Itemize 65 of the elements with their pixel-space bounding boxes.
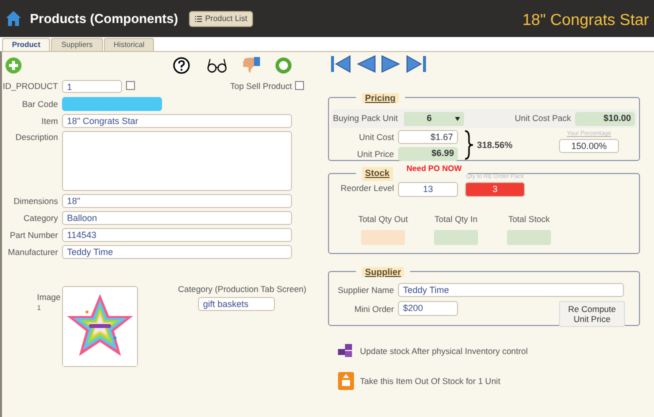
field-label: Buying Pack Unit xyxy=(333,112,398,125)
barcode-field[interactable] xyxy=(62,97,162,111)
boxes-icon[interactable] xyxy=(338,344,354,358)
text-field[interactable]: Teddy Time xyxy=(62,245,292,259)
field-label: Unit Price xyxy=(356,148,395,160)
product-list-button[interactable]: Product List xyxy=(189,10,254,26)
thumbs-down-icon[interactable] xyxy=(242,56,261,74)
field-label: Category (Production Tab Screen) xyxy=(178,283,306,296)
glasses-icon[interactable] xyxy=(207,58,227,72)
field-label: Unit Cost Pack xyxy=(514,112,571,125)
field-label: Bar Code xyxy=(21,98,59,110)
field-label: Top Sell Product xyxy=(230,80,292,92)
field-label: Total Qty In xyxy=(434,212,478,226)
field-label: Mini Order xyxy=(353,303,395,316)
unit-cost-field[interactable]: $1.67 xyxy=(398,130,458,144)
home-icon[interactable] xyxy=(5,10,22,27)
record-icon[interactable] xyxy=(275,56,292,74)
checkbox[interactable] xyxy=(295,81,304,90)
description-field[interactable] xyxy=(62,131,292,191)
text-field[interactable]: 114543 xyxy=(62,228,292,242)
action-link[interactable]: Update stock After physical Inventory control xyxy=(360,344,528,358)
reorder-pack-field[interactable]: 3 xyxy=(465,182,525,196)
record-title: 18" Congrats Star xyxy=(522,11,649,31)
reorder-level-field[interactable]: 13 xyxy=(398,182,458,196)
production-category-field[interactable]: gift baskets xyxy=(198,296,275,311)
text-field[interactable]: 18" xyxy=(62,194,292,208)
id-field[interactable]: 1 xyxy=(62,80,122,92)
dropdown-icon xyxy=(454,116,460,120)
field-label: Reorder Level xyxy=(340,182,395,194)
field-label: Image xyxy=(37,291,62,304)
brace-icon xyxy=(464,130,474,160)
page-title: Products (Components) xyxy=(30,10,178,28)
text-field[interactable]: Balloon xyxy=(62,211,292,225)
percentage-field[interactable]: 150.00% xyxy=(559,139,619,153)
list-icon xyxy=(195,16,202,22)
field-label: Total Stock xyxy=(508,212,550,226)
field-label: Category xyxy=(22,212,59,224)
min-order-field[interactable]: $200 xyxy=(398,301,458,316)
field-label: Manufacturer xyxy=(6,246,59,258)
unit-cost-pack-field[interactable]: $10.00 xyxy=(575,112,635,126)
markup-percentage: 318.56% xyxy=(477,138,513,152)
last-record-icon[interactable] xyxy=(404,54,428,74)
field-label: Unit Cost xyxy=(358,130,395,144)
supplier-name-field[interactable]: Teddy Time xyxy=(398,283,624,297)
section-title: Pricing xyxy=(362,93,399,103)
field-label: ID_PRODUCT xyxy=(2,80,59,92)
recompute-button[interactable]: Re Compute Unit Price xyxy=(559,301,625,327)
field-label: Supplier Name xyxy=(336,284,395,296)
section-title: Supplier xyxy=(362,267,404,277)
checkbox[interactable] xyxy=(126,81,135,90)
field-label: Description xyxy=(14,131,59,144)
action-link[interactable]: Take this Item Out Of Stock for 1 Unit xyxy=(360,374,500,388)
add-icon[interactable] xyxy=(5,56,22,74)
unit-price-field[interactable]: $6.99 xyxy=(398,147,458,161)
help-icon[interactable] xyxy=(173,56,190,74)
box-icon[interactable] xyxy=(338,372,354,390)
pack-unit-select[interactable]: 6 xyxy=(404,112,464,126)
section-title: Stock xyxy=(362,167,393,180)
text-field[interactable]: 18" Congrats Star xyxy=(62,114,292,128)
field-label: Item xyxy=(40,114,59,128)
field-label: Total Qty Out xyxy=(358,212,408,226)
first-record-icon[interactable] xyxy=(329,54,353,74)
field-label: Dimensions xyxy=(12,194,59,208)
field-label: Part Number xyxy=(8,228,59,242)
alert-text: Need PO NOW xyxy=(406,163,462,175)
